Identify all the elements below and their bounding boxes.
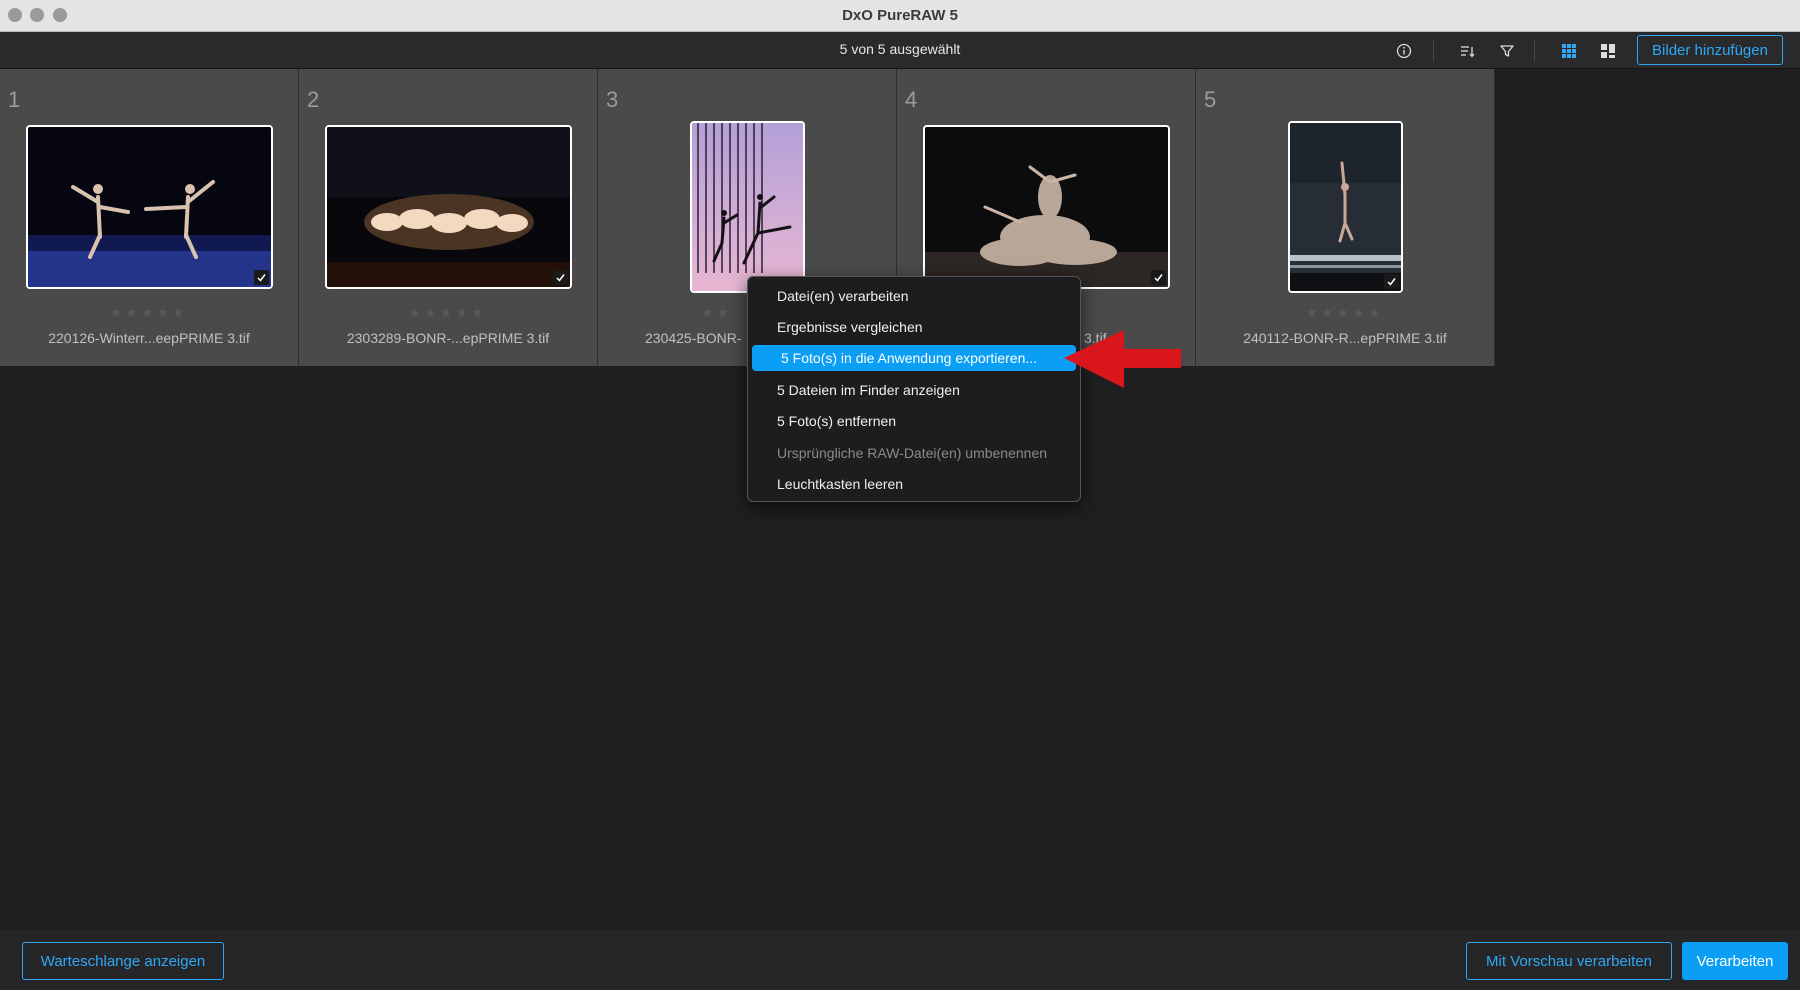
- show-queue-button[interactable]: Warteschlange anzeigen: [22, 942, 224, 980]
- photo-filename: 240112-BONR-R...epPRIME 3.tif: [1243, 330, 1447, 346]
- star-rating[interactable]: ★★★★★: [0, 305, 298, 321]
- photo-thumbnail[interactable]: [690, 121, 805, 293]
- photo-thumbnail[interactable]: [1288, 121, 1403, 293]
- photo-index: 5: [1204, 87, 1217, 112]
- menu-item-show-in-finder[interactable]: 5 Dateien im Finder anzeigen: [752, 377, 1076, 403]
- menu-item-export-to-application[interactable]: 5 Foto(s) in die Anwendung exportieren..…: [752, 345, 1076, 371]
- dance-photo-image: [692, 123, 803, 291]
- photo-index: 1: [8, 87, 21, 112]
- menu-item-clear-lightbox[interactable]: Leuchtkasten leeren: [752, 471, 1076, 497]
- photo-cell-5[interactable]: 5 ★★★★★ 240112-BONR-R...epPRIME 3.tif: [1196, 69, 1495, 366]
- grid-view-icon[interactable]: [1558, 40, 1580, 62]
- dance-photo-image: [1290, 123, 1401, 291]
- selected-check-icon[interactable]: [254, 270, 269, 285]
- context-menu: Datei(en) verarbeiten Ergebnisse verglei…: [747, 276, 1081, 502]
- photo-filename: 220126-Winterr...eepPRIME 3.tif: [48, 330, 250, 346]
- photo-thumbnail[interactable]: [923, 125, 1170, 289]
- title-bar: DxO PureRAW 5: [0, 0, 1800, 32]
- toolbar-divider: [1433, 41, 1434, 61]
- menu-item-process-files[interactable]: Datei(en) verarbeiten: [752, 283, 1076, 309]
- add-images-button[interactable]: Bilder hinzufügen: [1637, 35, 1783, 65]
- top-toolbar: 5 von 5 ausgewählt Bilder hinzufügen: [0, 32, 1800, 69]
- photo-cell-2[interactable]: 2 ★★★★★ 2303289-BONR-...epPRIME 3.tif: [299, 69, 598, 366]
- photo-index: 4: [905, 87, 918, 112]
- photo-filename: 2303289-BONR-...epPRIME 3.tif: [346, 330, 550, 346]
- photo-cell-1[interactable]: 1 ★★★★★ 220126-Winterr...eepPRIME 3.tif: [0, 69, 299, 366]
- info-icon[interactable]: [1393, 40, 1415, 62]
- star-rating[interactable]: ★★★★★: [1196, 305, 1494, 321]
- photo-thumbnail[interactable]: [325, 125, 572, 289]
- window-title: DxO PureRAW 5: [842, 7, 958, 24]
- dance-photo-image: [327, 127, 570, 287]
- app-window: DxO PureRAW 5 5 von 5 ausgewählt Bilder …: [0, 0, 1800, 990]
- photo-thumbnail[interactable]: [26, 125, 273, 289]
- selected-check-icon[interactable]: [1151, 270, 1166, 285]
- photo-index: 2: [307, 87, 320, 112]
- compare-view-icon[interactable]: [1597, 40, 1619, 62]
- menu-item-rename-raw-files: Ursprüngliche RAW-Datei(en) umbenennen: [777, 445, 1048, 461]
- sort-icon[interactable]: [1456, 40, 1478, 62]
- menu-item-remove-photos[interactable]: 5 Foto(s) entfernen: [752, 408, 1076, 434]
- dance-photo-image: [28, 127, 271, 287]
- toolbar-divider: [1534, 41, 1535, 61]
- red-arrow-annotation: [1064, 330, 1181, 388]
- selected-check-icon[interactable]: [553, 270, 568, 285]
- dance-photo-image: [925, 127, 1168, 287]
- filter-icon[interactable]: [1496, 40, 1518, 62]
- selected-check-icon[interactable]: [1384, 274, 1399, 289]
- selection-status: 5 von 5 ausgewählt: [839, 41, 961, 57]
- process-button[interactable]: Verarbeiten: [1682, 942, 1788, 980]
- bottom-bar: Warteschlange anzeigen Mit Vorschau vera…: [0, 930, 1800, 990]
- process-with-preview-button[interactable]: Mit Vorschau verarbeiten: [1466, 942, 1672, 980]
- menu-item-compare-results[interactable]: Ergebnisse vergleichen: [752, 314, 1076, 340]
- photo-index: 3: [606, 87, 619, 112]
